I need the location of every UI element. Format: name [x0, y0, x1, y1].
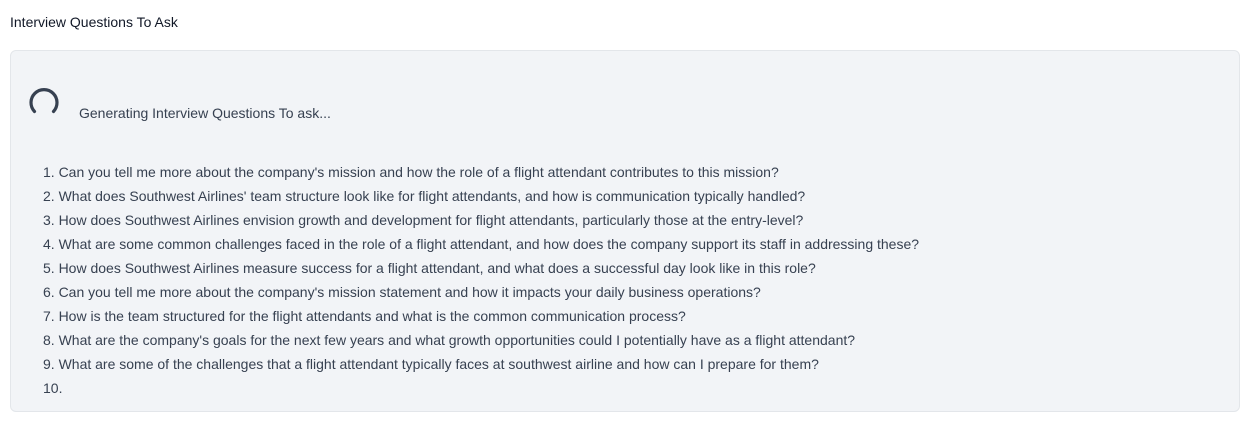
- question-item: 10.: [43, 380, 63, 396]
- question-item: 8. What are the company's goals for the …: [43, 332, 856, 348]
- question-item: 2. What does Southwest Airlines' team st…: [43, 188, 806, 204]
- status-text: Generating Interview Questions To ask...: [79, 105, 331, 121]
- question-item: 4. What are some common challenges faced…: [43, 236, 920, 252]
- question-item: 9. What are some of the challenges that …: [43, 356, 819, 372]
- questions-panel: Generating Interview Questions To ask...…: [10, 50, 1240, 412]
- question-item: 6. Can you tell me more about the compan…: [43, 284, 761, 300]
- loading-spinner-icon: [29, 88, 59, 114]
- question-item: 7. How is the team structured for the fl…: [43, 308, 686, 324]
- question-item: 3. How does Southwest Airlines envision …: [43, 212, 804, 228]
- question-item: 1. Can you tell me more about the compan…: [43, 164, 779, 180]
- page-title: Interview Questions To Ask: [10, 14, 178, 30]
- question-item: 5. How does Southwest Airlines measure s…: [43, 260, 816, 276]
- questions-list: 1. Can you tell me more about the compan…: [43, 160, 919, 400]
